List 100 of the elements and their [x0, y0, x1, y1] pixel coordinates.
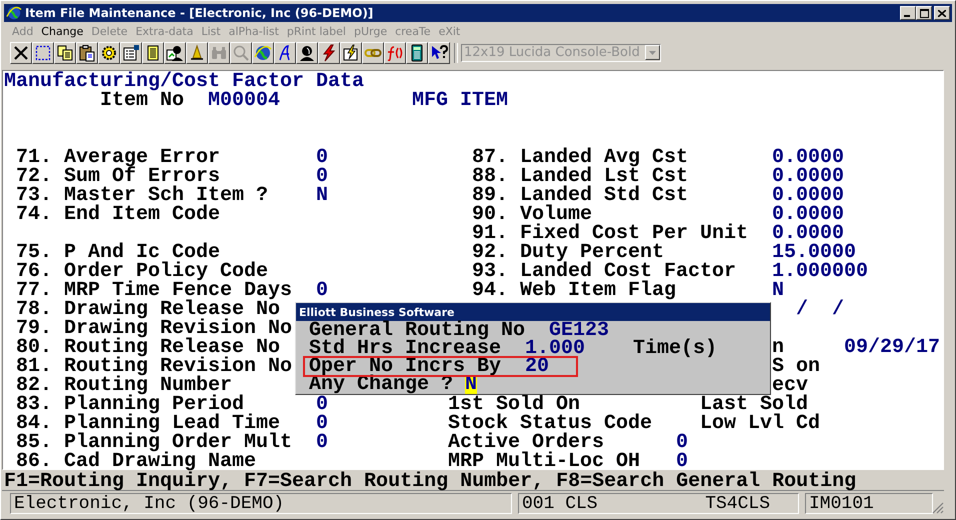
function-key-hint: F1=Routing Inquiry, F7=Search Routing Number, F8=Search General Routing	[4, 472, 856, 491]
field-value: 1.000	[525, 340, 585, 358]
field-value: GE123	[549, 322, 609, 340]
field-value: / /	[796, 300, 844, 319]
function-icon	[386, 44, 404, 62]
field-label: 72. Sum Of Errors	[16, 167, 220, 186]
field-value: 20	[525, 358, 549, 376]
toolbar-button[interactable]	[252, 42, 274, 64]
toolbar-button[interactable]	[274, 42, 296, 64]
field-label: 1st Sold On	[448, 395, 580, 414]
field-label: 79. Drawing Revision No	[16, 319, 292, 338]
field-label: 74. End Item Code	[16, 205, 220, 224]
screen-heading: Manufacturing/Cost Factor Data	[4, 72, 364, 91]
field-label: 94. Web Item Flag	[472, 281, 676, 300]
app-logo-icon	[6, 5, 22, 21]
toolbar-button[interactable]	[120, 42, 142, 64]
toolbar-button[interactable]	[32, 42, 54, 64]
field-label: 86. Cad Drawing Name	[16, 452, 256, 471]
field-label: 83. Planning Period	[16, 395, 244, 414]
toolbar-button[interactable]	[362, 42, 384, 64]
toolbar-button[interactable]	[318, 42, 340, 64]
field-label: MRP Multi-Loc OH	[448, 452, 640, 471]
field-label: Stock Status Code	[448, 414, 652, 433]
field-label: 73. Master Sch Item ?	[16, 186, 268, 205]
close-icon	[938, 10, 946, 16]
person-icon	[298, 44, 316, 62]
field-value: N	[316, 186, 328, 205]
toolbar-button[interactable]	[10, 42, 32, 64]
status-text: Electronic, Inc (96-DEMO)	[14, 494, 284, 514]
field-value: 0.0000	[772, 167, 844, 186]
field-value: 0	[316, 395, 328, 414]
field-label: 76. Order Policy Code	[16, 262, 268, 281]
field-value: 0.0000	[772, 205, 844, 224]
field-label: Low Lvl Cd	[700, 414, 820, 433]
toolbar-button[interactable]	[296, 42, 318, 64]
toolbar-button[interactable]	[384, 42, 406, 64]
maximize-icon	[920, 8, 928, 18]
menu-item[interactable]: Change	[37, 25, 88, 38]
field-label: 78. Drawing Release No	[16, 300, 280, 319]
field-label: 75. P And Ic Code	[16, 243, 220, 262]
field-value: 0	[316, 281, 328, 300]
field-label: S on	[772, 357, 820, 376]
field-label: 84. Planning Lead Time	[16, 414, 280, 433]
properties-icon	[122, 44, 140, 62]
field-value: 0	[676, 452, 688, 471]
globe-icon	[254, 44, 272, 62]
toolbar-button[interactable]	[142, 42, 164, 64]
field-value: N	[772, 281, 784, 300]
field-label: n	[772, 338, 784, 357]
field-value: 0	[316, 148, 328, 167]
field-label: 71. Average Error	[16, 148, 220, 167]
paste-icon	[78, 44, 96, 62]
status-text: IM0101	[809, 494, 874, 514]
dialog-title: Elliott Business Software	[299, 306, 454, 318]
field-label: Active Orders	[448, 433, 604, 452]
field-value: 0	[316, 414, 328, 433]
field-label: 81. Routing Revision No	[16, 357, 292, 376]
toolbar-button[interactable]	[98, 42, 120, 64]
search-icon	[232, 44, 250, 62]
field-label: 77. MRP Time Fence Days	[16, 281, 292, 300]
field-label: 82. Routing Number	[16, 376, 232, 395]
field-label: Last Sold	[700, 395, 808, 414]
status-text: 001 CLS	[522, 494, 598, 514]
minimize-button[interactable]	[900, 6, 916, 20]
toolbar-button[interactable]	[164, 42, 186, 64]
field-label: 87. Landed Avg Cst	[472, 148, 688, 167]
toolbar-button[interactable]	[76, 42, 98, 64]
field-label: 80. Routing Release No	[16, 338, 280, 357]
field-label: Std Hrs Increase	[309, 340, 501, 358]
field-label: Item No	[100, 91, 184, 110]
close-icon	[12, 44, 30, 62]
toolbar-button[interactable]	[406, 42, 428, 64]
unit-label: Time(s)	[633, 340, 717, 358]
help-pointer-icon	[430, 44, 448, 62]
person-document-icon	[166, 44, 184, 62]
field-label: ecv	[772, 376, 808, 395]
field-value: 1.000000	[772, 262, 868, 281]
field-label: 89. Landed Std Cst	[472, 186, 688, 205]
window-title: Item File Maintenance - [Electronic, Inc (96-DEMO)]	[25, 6, 374, 20]
lightning-document-icon	[342, 44, 360, 62]
toolbar-button[interactable]	[186, 42, 208, 64]
field-value: 0	[316, 167, 328, 186]
copy-icon	[56, 44, 74, 62]
close-button[interactable]	[934, 6, 950, 20]
field-label: 93. Landed Cost Factor	[472, 262, 736, 281]
field-value: 09/29/17	[844, 338, 940, 357]
field-value: 0	[676, 433, 688, 452]
maximize-button[interactable]	[916, 6, 932, 20]
status-text: TS4CLS	[705, 494, 770, 514]
selection-icon	[34, 44, 52, 62]
resize-grip-icon[interactable]	[932, 502, 944, 514]
field-value: 15.0000	[772, 243, 856, 262]
field-value: M00004	[208, 91, 280, 110]
toolbar-button[interactable]	[340, 42, 362, 64]
toolbar-button[interactable]	[428, 42, 450, 64]
field-label: 85. Planning Order Mult	[16, 433, 292, 452]
toolbar-button[interactable]	[54, 42, 76, 64]
field-value: MFG ITEM	[412, 91, 508, 110]
lightning-icon	[320, 44, 338, 62]
gear-icon	[100, 44, 118, 62]
